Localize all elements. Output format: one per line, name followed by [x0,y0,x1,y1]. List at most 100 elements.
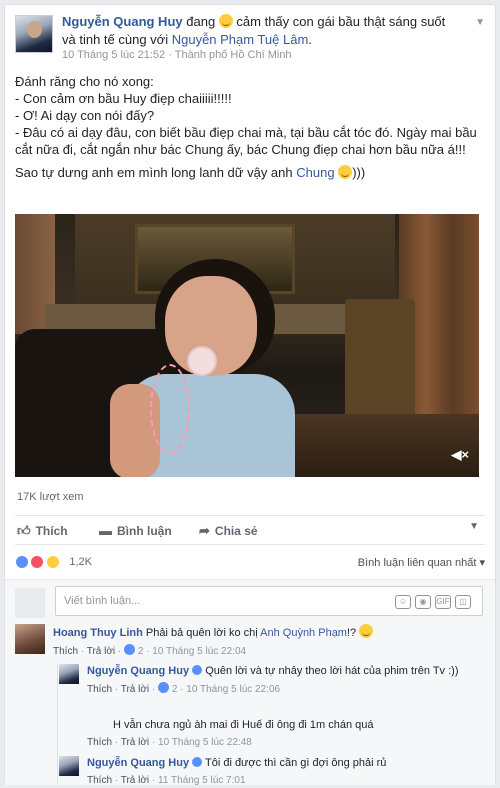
reply-text: Tôi đi được thì cần gì đợi ông phải rủ [204,757,387,769]
reply-time[interactable]: 10 Tháng 5 lúc 22:06 [186,684,280,695]
reply-actions: Thích · Trả lời · 11 Tháng 5 lúc 7:01 [87,775,246,786]
post-location[interactable]: Thành phố Hồ Chí Minh [175,49,292,61]
video-frame-chair [345,299,415,419]
camera-icon[interactable]: ◉ [415,595,431,609]
reply-like-link[interactable]: Thích [87,737,112,748]
mute-icon[interactable]: ◀× [451,447,469,463]
reactions-row: 1,2K Bình luận liên quan nhất ▾ [15,553,485,575]
comment-input-row: Viết bình luận... ☺ ◉ GIF ◫ [15,586,483,618]
post-header: Nguyễn Quang Huy đang cảm thấy con gái b… [15,13,485,65]
like-reaction-icon[interactable] [15,554,29,569]
video-frame-floor [295,414,479,477]
comment-like-count-icon [124,644,136,655]
smile-emoji-icon [338,165,353,179]
like-button[interactable]: 👍︎ Thích [17,523,68,539]
like-label: Thích [35,524,68,538]
feeling-prefix: đang [186,14,216,29]
replier-name[interactable]: Nguyễn Quang Huy [87,665,189,677]
comment-mention-link[interactable]: Anh Quỳnh Phạm [260,627,347,639]
reply-time[interactable]: 10 Tháng 5 lúc 22:48 [158,737,252,748]
share-arrow-icon: ➦ [199,523,210,538]
post-text-line: Đánh răng cho nó xong: [15,74,154,89]
reply-reply-link[interactable]: Trả lời [121,775,149,786]
sticker-icon[interactable]: ◫ [455,595,471,609]
comment-reply-link[interactable]: Trả lời [87,646,115,657]
reply-text-line: Nguyễn Quang Huy Tôi đi được thì cần gì … [87,756,386,770]
replier-avatar[interactable] [59,756,79,776]
video-player[interactable]: ◀× [15,214,479,477]
reply-like-count[interactable]: 2 [172,684,178,695]
reply-like-count-icon [158,682,170,693]
share-label: Chia sẻ [214,524,258,538]
verified-badge-icon [192,757,203,767]
reply-reply-link[interactable]: Trả lời [121,737,149,748]
tagged-person-link[interactable]: Nguyễn Phạm Tuệ Lâm [172,32,309,47]
post-text: Đánh răng cho nó xong: - Con cảm ơn bầu … [15,73,485,181]
post-closing-line: Sao tự dưng anh em mình long lanh dữ vậy… [15,164,485,181]
feeling-emoji-icon [218,14,233,28]
author-name[interactable]: Nguyễn Quang Huy [62,14,183,29]
action-bar: 👍︎ Thích ▬ Bình luận ➦ Chia sẻ ▼ [15,515,485,545]
comment-body: Hoang Thuy Linh Phải bả quên lời ko chị … [53,624,374,659]
laugh-emoji-icon [359,624,374,638]
reply-text: Quên lời và tự nhảy theo lời hát của phi… [205,665,459,677]
reply-reply-link[interactable]: Trả lời [121,684,149,695]
reply-body: Nguyễn Quang Huy Quên lời và tự nhảy the… [87,664,459,697]
comment-like-link[interactable]: Thích [53,646,78,657]
reply-text-line: H vẫn chưa ngủ àh mai đi Huế đi ông đi 1… [87,718,374,732]
comment-text-line: Hoang Thuy Linh Phải bả quên lời ko chị … [53,624,374,640]
post-timestamp[interactable]: 10 Tháng 5 lúc 21:52 [62,49,165,61]
closing-suffix: ))) [352,165,366,180]
video-frame-mic-cord [150,364,190,454]
reply-text-line: Nguyễn Quang Huy Quên lời và tự nhảy the… [87,664,459,678]
comment-like-count[interactable]: 2 [138,646,144,657]
thumbs-up-icon: 👍︎ [17,523,31,538]
closing-text: Sao tự dưng anh em mình long lanh dữ vậy… [15,165,293,180]
tagged-suffix: . [308,32,312,47]
emoji-icon[interactable]: ☺ [395,595,411,609]
haha-reaction-icon[interactable] [45,554,60,569]
comment-label: Bình luận [117,524,172,538]
comment-text-suffix: !? [346,627,357,639]
replier-avatar[interactable] [59,664,79,684]
commenter-name[interactable]: Hoang Thuy Linh [53,627,143,639]
gif-icon[interactable]: GIF [435,595,451,609]
comment-time[interactable]: 10 Tháng 5 lúc 22:04 [152,646,246,657]
verified-badge-icon [192,665,203,675]
comment-tools: ☺ ◉ GIF ◫ [391,593,471,609]
reaction-count[interactable]: 1,2K [69,556,92,568]
video-frame-microphone [187,346,217,376]
reply-body: H vẫn chưa ngủ àh mai đi Huế đi ông đi 1… [87,718,374,750]
reply-body: Nguyễn Quang Huy Tôi đi được thì cần gì … [87,756,386,788]
mention-chung-link[interactable]: Chung [296,165,334,180]
author-avatar[interactable] [15,15,53,53]
post-text-line: - Đâu có ai dạy đâu, con biết bầu điẹp c… [15,125,477,157]
comments-section: Viết bình luận... ☺ ◉ GIF ◫ Hoang Thuy Linh… [5,579,495,788]
post-header-line: Nguyễn Quang Huy đang cảm thấy con gái b… [62,13,462,49]
view-count: 17K lượt xem [17,491,84,503]
comment-sort-label: Bình luận liên quan nhất [357,557,477,569]
reply-thread-line [57,663,58,783]
reply-like-link[interactable]: Thích [87,684,112,695]
comment-actions: Thích · Trả lời · 2 · 10 Tháng 5 lúc 22:… [53,644,247,657]
reply-time[interactable]: 11 Tháng 5 lúc 7:01 [158,775,245,786]
post-options-chevron-icon[interactable]: ▼ [475,17,485,28]
replier-name[interactable]: Nguyễn Quang Huy [87,757,189,769]
comment-sort-dropdown[interactable]: Bình luận liên quan nhất ▾ [358,556,485,569]
post-meta: 10 Tháng 5 lúc 21:52 · Thành phố Hồ Chí … [62,49,292,61]
post-text-line: - Con cảm ơn bầu Huy điẹp chaiiiii!!!!! [15,91,232,106]
action-menu-chevron-icon[interactable]: ▼ [469,521,479,532]
love-reaction-icon[interactable] [30,554,45,569]
post-text-line: - Ơ! Ai dạy con nói đấy? [15,108,155,123]
reply-like-link[interactable]: Thích [87,775,112,786]
reply-actions: Thích · Trả lời · 10 Tháng 5 lúc 22:48 [87,737,252,748]
reply-actions: Thích · Trả lời · 2 · 10 Tháng 5 lúc 22:… [87,682,281,695]
comment-text: Phải bả quên lời ko chị [145,627,258,639]
current-user-avatar [15,588,45,618]
comment-button[interactable]: ▬ Bình luận [99,523,172,538]
comment-bubble-icon: ▬ [99,523,112,538]
share-button[interactable]: ➦ Chia sẻ [199,523,258,539]
post-card: Nguyễn Quang Huy đang cảm thấy con gái b… [4,4,496,788]
reply-text: H vẫn chưa ngủ àh mai đi Huế đi ông đi 1… [113,719,374,731]
commenter-avatar[interactable] [15,624,45,654]
